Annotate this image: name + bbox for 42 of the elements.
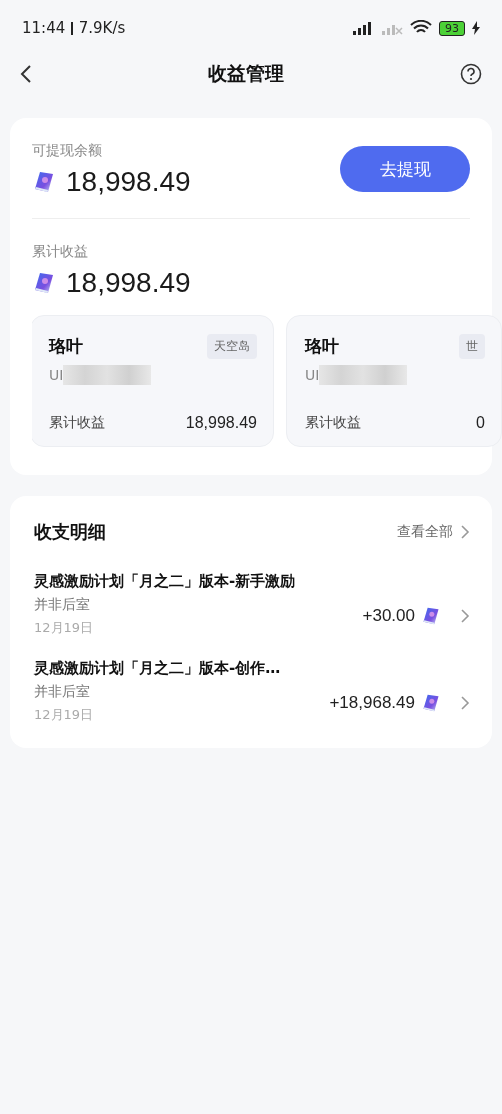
withdraw-button[interactable]: 去提现 — [340, 146, 470, 192]
chevron-right-icon — [461, 608, 470, 623]
uid-text: UI — [305, 367, 320, 383]
transaction-date: 12月19日 — [34, 619, 95, 637]
help-icon[interactable] — [460, 63, 482, 85]
crystal-card-icon — [421, 692, 441, 713]
earnings-label: 累计收益 — [49, 414, 105, 432]
signal-icon — [352, 21, 374, 35]
page-title: 收益管理 — [208, 61, 284, 86]
transaction-amount: +30.00 — [362, 605, 415, 626]
earnings-value: 18,998.49 — [185, 414, 257, 432]
chevron-right-icon — [461, 525, 470, 539]
transaction-title: 灵感激励计划「月之二」版本-创作… — [34, 659, 281, 678]
total-amount: 18,998.49 — [66, 267, 191, 299]
chevron-right-icon — [461, 695, 470, 710]
account-name: 珞叶 — [305, 335, 339, 358]
crystal-card-icon — [32, 271, 56, 295]
server-tag: 世 — [459, 334, 485, 359]
view-all-link[interactable]: 查看全部 — [397, 523, 470, 541]
account-card[interactable]: 珞叶 天空岛 UI 累计收益 18,998.49 — [32, 315, 274, 447]
uid-text: UI — [49, 367, 64, 383]
crystal-card-icon — [421, 605, 441, 626]
transaction-source: 并非后室 — [34, 683, 91, 701]
balance-label: 可提现余额 — [32, 142, 102, 158]
transaction-amount: +18,968.49 — [329, 692, 415, 713]
section-title: 收支明细 — [34, 520, 106, 544]
transaction-source: 并非后室 — [34, 596, 91, 614]
back-icon[interactable] — [20, 64, 32, 84]
transaction-title: 灵感激励计划「月之二」版本-新手激励 — [34, 572, 296, 591]
earnings-value: 0 — [476, 414, 485, 432]
network-speed: 7.9K/s — [78, 19, 126, 37]
balance-amount: 18,998.49 — [66, 166, 191, 198]
charging-icon — [472, 21, 480, 35]
battery-indicator: 93 — [439, 20, 465, 36]
crystal-card-icon — [32, 170, 56, 194]
transaction-date: 12月19日 — [34, 706, 95, 724]
status-time: 11:44 — [22, 19, 66, 37]
account-name: 珞叶 — [49, 335, 83, 358]
total-label: 累计收益 — [32, 243, 88, 259]
earnings-label: 累计收益 — [305, 414, 361, 432]
account-card[interactable]: 珞叶 世 UI 累计收益 0 — [286, 315, 502, 447]
server-tag: 天空岛 — [207, 334, 257, 359]
